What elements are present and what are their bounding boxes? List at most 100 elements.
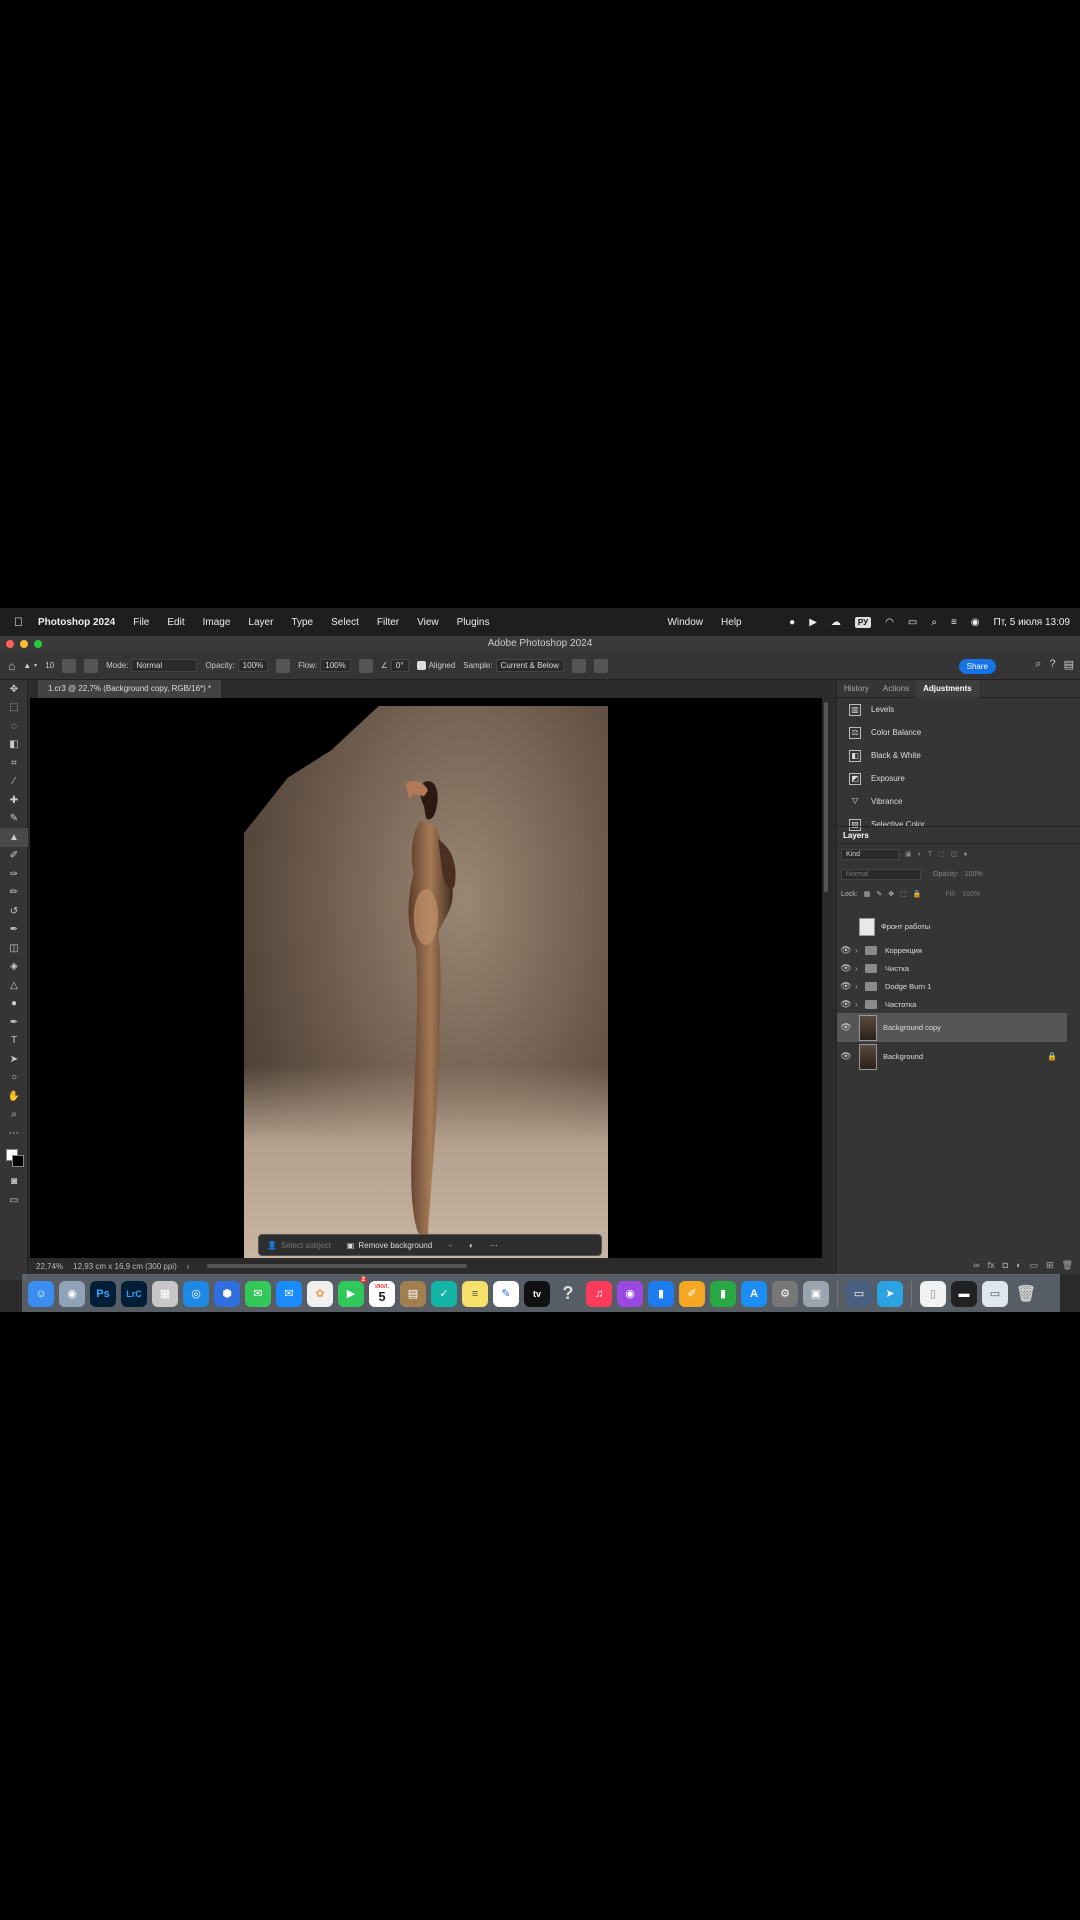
brush-size[interactable]: 10 xyxy=(45,661,54,670)
finder-icon[interactable]: ☺ xyxy=(28,1280,54,1307)
pencil-tool-icon[interactable]: ✏ xyxy=(0,884,28,903)
eye-icon[interactable]: 👁 xyxy=(837,999,855,1010)
airbrush-icon[interactable] xyxy=(358,658,373,673)
mixer-brush-tool-icon[interactable]: ✑ xyxy=(0,865,28,884)
quick-mask-icon[interactable]: ◙ xyxy=(0,1173,28,1192)
marquee-tool-icon[interactable]: ⬚ xyxy=(0,699,28,718)
scroll-thumb[interactable] xyxy=(824,702,828,892)
eraser-tool-icon[interactable]: ◫ xyxy=(0,939,28,958)
layer-kind-filter[interactable]: Kind xyxy=(841,848,899,860)
clone-stamp-preset-icon[interactable]: ▲ ▾ xyxy=(23,661,37,670)
spot-healing-tool-icon[interactable]: ✚ xyxy=(0,791,28,810)
background-color-swatch[interactable] xyxy=(12,1154,24,1167)
chevron-right-icon[interactable]: › xyxy=(855,982,865,991)
canvas-area[interactable]: 👤 Select subject ▣ Remove background ⌁ ◐… xyxy=(30,698,822,1258)
notes-icon[interactable]: ≡ xyxy=(462,1280,488,1307)
eye-icon[interactable]: 👁 xyxy=(837,945,855,956)
menu-app-name[interactable]: Photoshop 2024 xyxy=(38,617,115,628)
keynote-icon[interactable]: ▮ xyxy=(648,1280,674,1307)
document-icon[interactable]: ▯ xyxy=(920,1280,946,1307)
object-selection-tool-icon[interactable]: ◧ xyxy=(0,736,28,755)
pressure-opacity-icon[interactable] xyxy=(276,658,291,673)
messages-icon[interactable]: ✉ xyxy=(245,1280,271,1307)
clone-stamp-tool-icon[interactable]: ▲ xyxy=(0,828,28,847)
history-brush-tool-icon[interactable]: ↺ xyxy=(0,902,28,921)
menu-plugins[interactable]: Plugins xyxy=(457,617,490,628)
safari-icon[interactable]: ◎ xyxy=(183,1280,209,1307)
minimize-window-button[interactable] xyxy=(20,640,28,648)
adjustment-color-balance[interactable]: ⚖ Color Balance xyxy=(837,721,1080,744)
spotlight-icon[interactable]: ⌕ xyxy=(931,617,937,628)
record-icon[interactable]: ● xyxy=(789,617,795,628)
zoom-level[interactable]: 22,74% xyxy=(36,1262,63,1271)
blend-mode-select[interactable]: Normal xyxy=(841,868,921,880)
menu-select[interactable]: Select xyxy=(331,617,359,628)
layer-group-row[interactable]: 👁 › Частотка xyxy=(837,995,1067,1013)
adjustment-black-white[interactable]: ◧ Black & White xyxy=(837,744,1080,767)
new-layer-icon[interactable]: ⊞ xyxy=(1046,1260,1054,1271)
layer-row[interactable]: Фронт работы xyxy=(837,912,1067,941)
play-icon[interactable]: ▶ xyxy=(809,617,817,628)
apple-icon[interactable]:  xyxy=(14,615,28,629)
select-subject-button[interactable]: 👤 Select subject xyxy=(259,1241,339,1250)
opacity-input[interactable]: 100% xyxy=(237,659,269,672)
layer-opacity-value[interactable]: 100% xyxy=(965,871,983,878)
telegram-icon[interactable]: ➤ xyxy=(877,1280,903,1307)
adjustment-exposure[interactable]: ◩ Exposure xyxy=(837,767,1080,790)
sharpen-tool-icon[interactable]: △ xyxy=(0,976,28,995)
filter-adjustment-icon[interactable]: ◐ xyxy=(918,851,922,858)
eye-icon[interactable]: 👁 xyxy=(837,1022,855,1033)
menu-view[interactable]: View xyxy=(417,617,439,628)
home-icon[interactable]: ⌂ xyxy=(8,659,15,673)
lightroom-classic-icon[interactable]: LrC xyxy=(121,1280,147,1307)
document-tab[interactable]: 1.cr3 @ 22,7% (Background copy, RGB/16*)… xyxy=(38,680,222,698)
link-layers-icon[interactable]: ∞ xyxy=(973,1260,979,1270)
mode-select[interactable]: Normal xyxy=(131,659,198,672)
healing-brush-tool-icon[interactable]: ✎ xyxy=(0,810,28,829)
layer-row[interactable]: 👁 Background 🔒 xyxy=(837,1042,1067,1071)
sample-select[interactable]: Current & Below xyxy=(495,659,564,672)
angle-input[interactable]: 0° xyxy=(390,659,409,672)
delete-layer-icon[interactable]: 🗑 xyxy=(1062,1260,1073,1271)
canvas-vertical-scrollbar[interactable] xyxy=(822,698,830,1258)
aligned-checkbox[interactable] xyxy=(416,661,426,670)
filter-shape-icon[interactable]: ⬚ xyxy=(938,850,945,858)
lasso-action-icon[interactable]: ⌁ xyxy=(440,1241,461,1250)
close-window-button[interactable] xyxy=(6,640,14,648)
filter-toggle-icon[interactable]: ● xyxy=(963,851,967,858)
photos-icon[interactable]: ✿ xyxy=(307,1280,333,1307)
layer-style-icon[interactable]: fx xyxy=(988,1260,995,1270)
notes-app-icon[interactable]: ▤ xyxy=(400,1280,426,1307)
battery-icon[interactable]: ▭ xyxy=(908,617,917,628)
pages-icon[interactable]: ✐ xyxy=(679,1280,705,1307)
downloads-stack-icon[interactable]: ▭ xyxy=(982,1280,1008,1307)
zoom-window-button[interactable] xyxy=(34,640,42,648)
help-app-icon[interactable]: ? xyxy=(555,1281,581,1307)
layer-group-row[interactable]: 👁 › Чистка xyxy=(837,959,1067,977)
eyedropper-tool-icon[interactable]: ⁄ xyxy=(0,773,28,792)
paint-bucket-tool-icon[interactable]: ◈ xyxy=(0,958,28,977)
layers-panel-title[interactable]: Layers xyxy=(837,826,1080,844)
tab-actions[interactable]: Actions xyxy=(876,680,916,698)
share-button[interactable]: Share xyxy=(958,659,996,674)
art-history-brush-icon[interactable]: ✒ xyxy=(0,921,28,940)
help-icon[interactable]: ? xyxy=(1049,658,1055,671)
lock-artboard-icon[interactable]: ⬚ xyxy=(900,890,907,898)
search-icon[interactable]: ⌕ xyxy=(1035,658,1041,671)
path-selection-tool-icon[interactable]: ➤ xyxy=(0,1050,28,1069)
facetime-icon[interactable]: ▶ 2 xyxy=(338,1276,367,1307)
lock-all-icon[interactable]: 🔒 xyxy=(913,890,922,898)
system-settings-icon[interactable]: ⚙ xyxy=(772,1280,798,1307)
input-source-indicator[interactable]: РУ xyxy=(854,616,872,628)
tab-adjustments[interactable]: Adjustments xyxy=(916,679,979,698)
lock-pixels-icon[interactable]: ✎ xyxy=(876,890,882,898)
menu-clock[interactable]: Пт, 5 июля 13:09 xyxy=(994,617,1070,628)
apple-tv-icon[interactable]: tv xyxy=(524,1280,550,1307)
menu-window[interactable]: Window xyxy=(667,617,703,628)
tab-history[interactable]: History xyxy=(837,680,876,698)
folder-stack-icon[interactable]: ▬ xyxy=(951,1280,977,1307)
lock-transparent-icon[interactable]: ▦ xyxy=(864,890,871,898)
menu-file[interactable]: File xyxy=(133,617,149,628)
ignore-adjustment-icon[interactable] xyxy=(571,658,586,673)
fill-value[interactable]: 100% xyxy=(962,891,980,898)
